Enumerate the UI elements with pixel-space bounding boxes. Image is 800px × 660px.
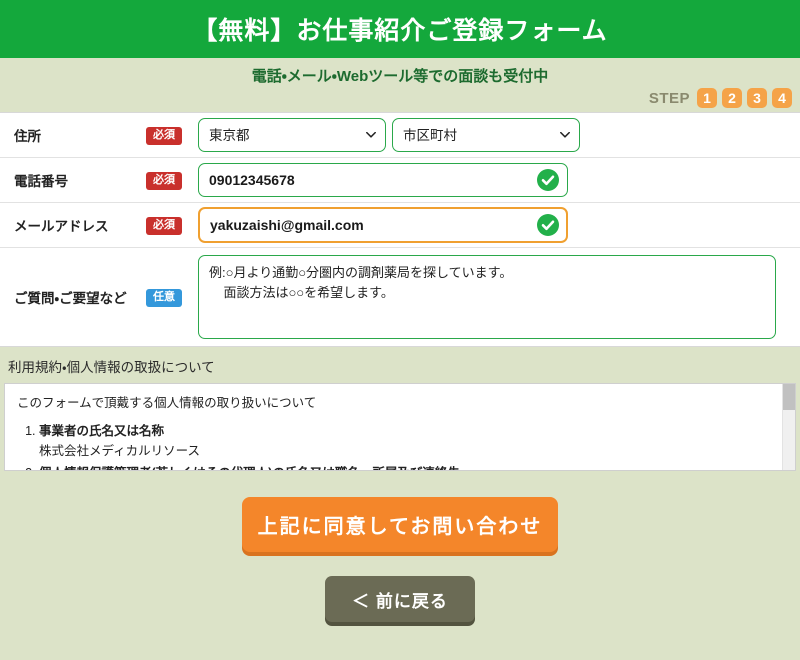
phone-input[interactable] (198, 163, 568, 197)
terms-lead: このフォームで頂戴する個人情報の取り扱いについて (17, 396, 317, 410)
required-badge: 必須 (146, 127, 182, 145)
message-textarea[interactable] (198, 255, 776, 339)
message-label: ご質問・ご要望など (14, 291, 127, 306)
required-badge: 必須 (146, 172, 182, 190)
back-button-area: ＜ 前に戻る (0, 552, 800, 622)
list-item: 事業者の氏名又は名称 株式会社メディカルリソース (39, 421, 773, 461)
optional-badge: 任意 (146, 289, 182, 307)
terms-scrollbar[interactable] (782, 384, 795, 470)
page-title: 【無料】お仕事紹介ご登録フォーム (192, 17, 608, 45)
city-select[interactable]: 市区町村 (392, 118, 580, 152)
phone-field-cell (198, 163, 792, 197)
required-badge: 必須 (146, 217, 182, 235)
email-badge-cell: 必須 (146, 215, 198, 235)
step-1[interactable]: 1 (697, 88, 717, 108)
form-row-message: ご質問・ご要望など 任意 (0, 248, 800, 346)
email-field-cell (198, 207, 792, 243)
submit-button[interactable]: 上記に同意してお問い合わせ (242, 497, 558, 552)
prefecture-select-wrap: 東京都 (198, 118, 386, 152)
terms-content: このフォームで頂戴する個人情報の取り扱いについて 事業者の氏名又は名称 株式会社… (5, 384, 795, 470)
step-indicator: STEP 1 2 3 4 (649, 88, 792, 108)
page-header: 【無料】お仕事紹介ご登録フォーム (0, 0, 800, 58)
valid-check-icon (537, 214, 559, 236)
step-3[interactable]: 3 (747, 88, 767, 108)
message-field-cell (198, 255, 792, 339)
valid-check-icon (537, 169, 559, 191)
step-2[interactable]: 2 (722, 88, 742, 108)
registration-form: 住所 必須 東京都 市区町村 電話番号 必須 09012345678 メールアド… (0, 112, 800, 347)
terms-scrollbar-thumb[interactable] (783, 384, 795, 410)
form-row-email: メールアドレス 必須 (0, 203, 800, 248)
email-input-wrap (198, 207, 568, 243)
page-subtitle: 電話・メール・Webツール等での面談も受付中 (251, 68, 549, 85)
form-row-phone: 電話番号 必須 (0, 158, 800, 203)
message-badge-cell: 任意 (146, 287, 198, 307)
subtitle-area: 電話・メール・Webツール等での面談も受付中 STEP 1 2 3 4 (0, 58, 800, 112)
prefecture-select[interactable]: 東京都 (198, 118, 386, 152)
terms-scroll-box[interactable]: このフォームで頂戴する個人情報の取り扱いについて 事業者の氏名又は名称 株式会社… (4, 383, 796, 471)
email-label: メールアドレス (14, 219, 109, 234)
phone-input-wrap (198, 163, 568, 197)
submit-button-area: 上記に同意してお問い合わせ (0, 471, 800, 552)
form-row-address: 住所 必須 東京都 市区町村 (0, 113, 800, 158)
address-badge-cell: 必須 (146, 125, 198, 145)
address-fields: 東京都 市区町村 (198, 118, 792, 152)
back-button[interactable]: ＜ 前に戻る (325, 576, 475, 622)
terms-heading: 利用規約・個人情報の取扱について (0, 347, 800, 383)
list-item: 個人情報保護管理者(若しくはその代理人)の氏名又は職名、所属及び連絡先 (39, 463, 773, 470)
step-4[interactable]: 4 (772, 88, 792, 108)
city-select-wrap: 市区町村 (392, 118, 580, 152)
terms-item-body: 株式会社メディカルリソース (39, 444, 201, 458)
address-label: 住所 (14, 129, 41, 144)
step-label: STEP (648, 89, 690, 107)
phone-label: 電話番号 (14, 174, 68, 189)
terms-list: 事業者の氏名又は名称 株式会社メディカルリソース 個人情報保護管理者(若しくはそ… (17, 421, 773, 470)
terms-item-title: 事業者の氏名又は名称 (39, 424, 165, 438)
terms-item-title: 個人情報保護管理者(若しくはその代理人)の氏名又は職名、所属及び連絡先 (39, 466, 460, 470)
email-input[interactable] (198, 207, 568, 243)
phone-badge-cell: 必須 (146, 170, 198, 190)
